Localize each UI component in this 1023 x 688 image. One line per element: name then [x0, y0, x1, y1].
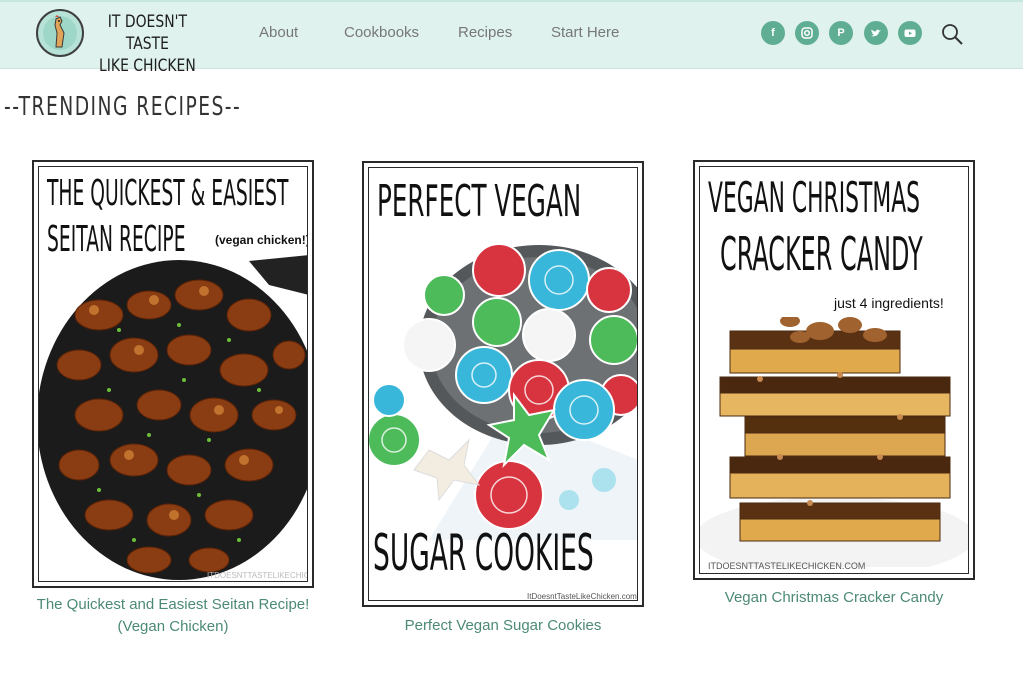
recipe-pin-image[interactable]: THE QUICKEST & EASIEST SEITAN RECIPE (ve…	[32, 160, 314, 588]
nav-start-here[interactable]: Start Here	[551, 24, 619, 41]
pin-title-line-2: SUGAR COOKIES	[373, 524, 594, 582]
chicken-logo-icon	[36, 9, 84, 57]
nav-about[interactable]: About	[259, 24, 298, 41]
facebook-icon[interactable]: f	[761, 21, 785, 45]
recipe-caption-link[interactable]: Vegan Christmas Cracker Candy	[693, 587, 975, 609]
recipe-pin-image[interactable]: VEGAN CHRISTMAS CRACKER CANDY just 4 ing…	[693, 160, 975, 580]
logo-line-2: LIKE CHICKEN	[99, 56, 196, 76]
pin-watermark: ITDOESNTTASTELIKECHICKEN.COM	[207, 571, 308, 580]
search-icon[interactable]	[940, 22, 964, 46]
recipe-pin-photo: VEGAN CHRISTMAS CRACKER CANDY just 4 ing…	[699, 166, 969, 574]
youtube-icon[interactable]	[898, 21, 922, 45]
recipe-caption-link[interactable]: The Quickest and Easiest Seitan Recipe! …	[32, 594, 314, 638]
twitter-icon[interactable]	[864, 21, 888, 45]
recipe-card[interactable]: PERFECT VEGAN SUGAR COOKIES ItDoesntTast…	[362, 161, 644, 641]
recipe-caption-link[interactable]: Perfect Vegan Sugar Cookies	[362, 615, 644, 637]
instagram-icon[interactable]	[795, 21, 819, 45]
recipe-card[interactable]: THE QUICKEST & EASIEST SEITAN RECIPE (ve…	[32, 160, 314, 640]
logo-wordmark: IT DOESN'T TASTE LIKE CHICKEN	[90, 11, 205, 77]
recipe-pin-photo: PERFECT VEGAN SUGAR COOKIES ItDoesntTast…	[368, 167, 638, 601]
section-title: --TRENDING RECIPES--	[4, 92, 242, 122]
pin-subtitle: (vegan chicken!)	[215, 233, 308, 247]
recipe-pin-image[interactable]: PERFECT VEGAN SUGAR COOKIES ItDoesntTast…	[362, 161, 644, 607]
pin-title-line-2: SEITAN RECIPE	[47, 219, 186, 260]
pin-title-line-2: CRACKER CANDY	[720, 227, 923, 281]
nav-cookbooks[interactable]: Cookbooks	[344, 24, 419, 41]
pin-title-line-1: VEGAN CHRISTMAS	[708, 173, 921, 222]
logo-line-1: IT DOESN'T TASTE	[107, 12, 188, 54]
pin-subtitle: just 4 ingredients!	[834, 295, 944, 311]
pin-title-line-1: PERFECT VEGAN	[377, 176, 582, 227]
sugar-cookies-plate-illustration	[369, 243, 637, 540]
seitan-skillet-illustration	[39, 255, 307, 580]
pin-title-line-1: THE QUICKEST & EASIEST	[47, 173, 289, 214]
recipe-card[interactable]: VEGAN CHRISTMAS CRACKER CANDY just 4 ing…	[693, 160, 975, 620]
pin-watermark: ITDOESNTTASTELIKECHICKEN.COM	[708, 561, 866, 571]
site-logo[interactable]: IT DOESN'T TASTE LIKE CHICKEN	[36, 9, 216, 76]
cracker-candy-stack-illustration	[700, 317, 968, 567]
recipe-pin-photo: THE QUICKEST & EASIEST SEITAN RECIPE (ve…	[38, 166, 308, 582]
site-header: IT DOESN'T TASTE LIKE CHICKEN About Cook…	[0, 0, 1023, 76]
pinterest-icon[interactable]: P	[829, 21, 853, 45]
nav-recipes[interactable]: Recipes	[458, 24, 512, 41]
pin-watermark: ItDoesntTasteLikeChicken.com	[527, 592, 637, 601]
